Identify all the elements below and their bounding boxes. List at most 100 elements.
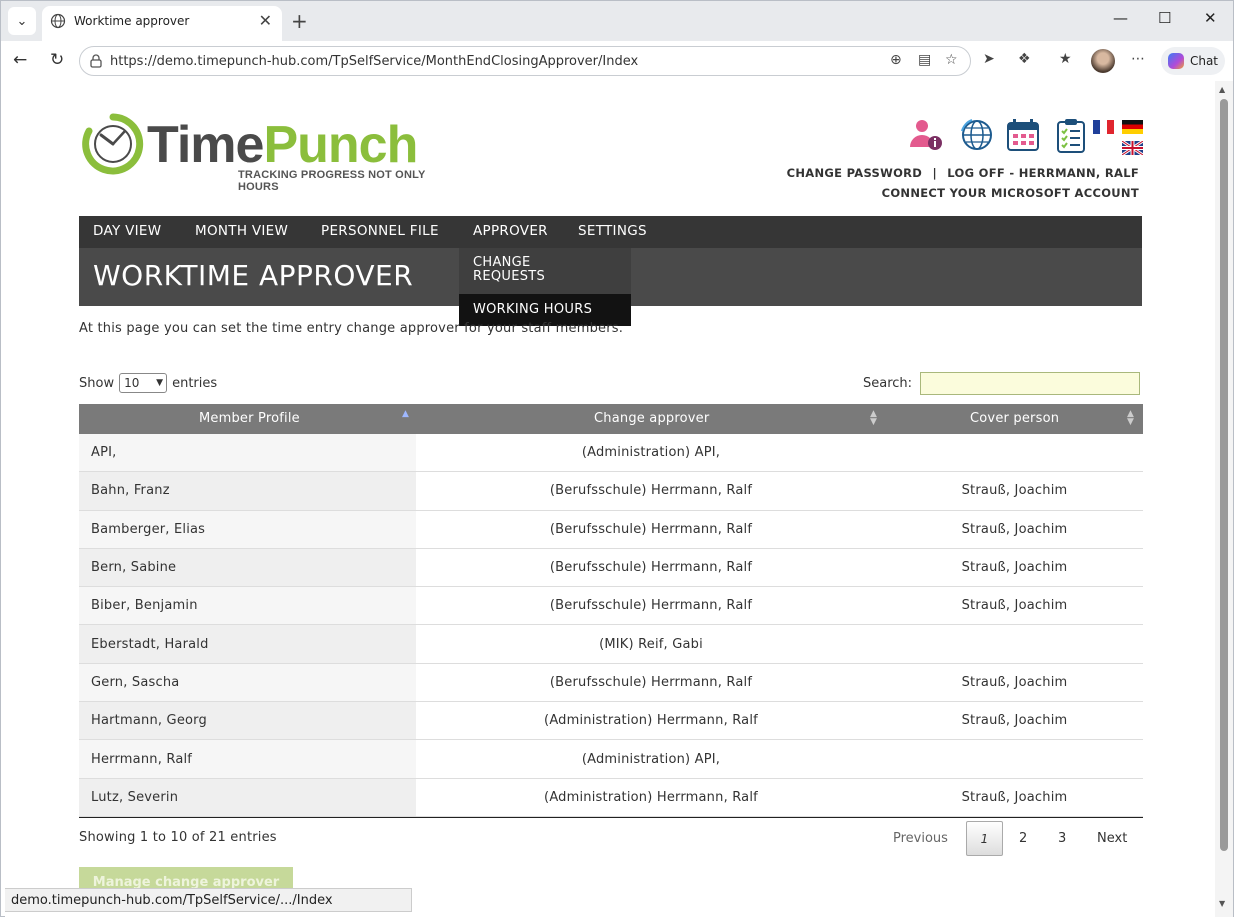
table-row[interactable]: Lutz, Severin (Administration) Herrmann, … [79, 778, 1143, 817]
logo-wordmark: TimePunch [147, 116, 418, 174]
sort-both-icon: ▲ ▼ [1127, 409, 1134, 427]
table-row[interactable]: Herrmann, Ralf (Administration) API, [79, 740, 1143, 779]
search-label: Search: [863, 376, 913, 391]
nav-day-view[interactable]: DAY VIEW [93, 223, 161, 239]
reader-view-icon[interactable]: ▤ [918, 52, 931, 68]
cell-member: Bahn, Franz [79, 472, 416, 510]
flag-france-icon[interactable] [1093, 120, 1114, 134]
cell-approver: (Administration) API, [581, 445, 721, 461]
cell-cover [886, 434, 1143, 471]
approver-dropdown-menu: CHANGE REQUESTS WORKING HOURS [459, 248, 631, 326]
table-body: API, (Administration) API, Bahn, Franz (Be… [79, 434, 1143, 817]
globe-language-icon[interactable] [959, 117, 995, 153]
page-length-control: Show 10 ▼ entries [79, 373, 217, 393]
header-account-links: CHANGE PASSWORD | LOG OFF - HERRMANN, RA… [787, 163, 1139, 203]
nav-month-view[interactable]: MONTH VIEW [195, 223, 288, 239]
browser-tab[interactable]: Worktime approver ✕ [42, 6, 282, 41]
clock-logo-icon [82, 113, 144, 175]
tab-bar: ⌄ Worktime approver ✕ + — ☐ ✕ [1, 1, 1233, 41]
reload-icon[interactable]: ↻ [50, 50, 64, 70]
timepunch-logo[interactable]: TimePunch TRACKING PROGRESS NOT ONLY HOU… [79, 109, 469, 193]
cell-member: Biber, Benjamin [79, 587, 416, 625]
cell-cover: Strauß, Joachim [961, 521, 1068, 537]
site-info-icon[interactable] [89, 53, 103, 69]
scrollbar-thumb[interactable] [1220, 99, 1228, 851]
extension-arrow-icon[interactable]: ➤ [983, 51, 995, 67]
logo-tagline: TRACKING PROGRESS NOT ONLY HOURS [238, 169, 426, 193]
column-change-approver[interactable]: Change approver [594, 411, 709, 426]
cell-member: Bamberger, Elias [79, 510, 416, 548]
minimize-icon[interactable]: — [1113, 9, 1128, 27]
pagination-page-current[interactable]: 1 [966, 821, 1003, 856]
tab-actions-chevron-icon[interactable]: ⌄ [8, 7, 36, 35]
window-close-icon[interactable]: ✕ [1204, 9, 1217, 27]
change-password-link[interactable]: CHANGE PASSWORD [787, 166, 923, 180]
cell-cover: Strauß, Joachim [961, 598, 1068, 614]
table-row[interactable]: Bamberger, Elias (Berufsschule) Herrmann,… [79, 510, 1143, 549]
copilot-icon [1167, 53, 1184, 69]
column-cover-person[interactable]: Cover person [970, 411, 1059, 426]
browser-toolbar: ← ↻ https://demo.timepunch-hub.com/TpSel… [1, 41, 1233, 81]
cell-approver: (Berufsschule) Herrmann, Ralf [549, 598, 753, 614]
favorite-star-icon[interactable]: ☆ [945, 52, 958, 68]
pagination-next[interactable]: Next [1097, 831, 1127, 846]
show-label: Show [79, 375, 115, 391]
more-menu-icon[interactable]: ⋯ [1131, 51, 1145, 67]
nav-settings[interactable]: SETTINGS [578, 223, 647, 239]
cell-approver: (Berufsschule) Herrmann, Ralf [549, 483, 753, 499]
sort-asc-icon: ▲ [402, 409, 409, 419]
nav-personnel-file[interactable]: PERSONNEL FILE [321, 223, 439, 239]
pagination-page[interactable]: 3 [1058, 831, 1066, 846]
table-info: Showing 1 to 10 of 21 entries [79, 830, 277, 845]
favorites-icon[interactable]: ★ [1059, 51, 1072, 67]
vertical-scrollbar[interactable]: ▲ ▼ [1215, 81, 1233, 917]
flag-germany-icon[interactable] [1122, 120, 1143, 134]
pagination-page[interactable]: 2 [1019, 831, 1027, 846]
column-member-profile[interactable]: Member Profile [199, 411, 300, 426]
pagination-previous[interactable]: Previous [893, 831, 948, 846]
log-off-link[interactable]: LOG OFF - HERRMANN, RALF [947, 166, 1139, 180]
flag-uk-icon[interactable] [1122, 141, 1143, 155]
table-row[interactable]: Biber, Benjamin (Berufsschule) Herrmann, … [79, 587, 1143, 626]
copilot-chat-button[interactable]: Chat [1161, 47, 1225, 75]
cell-member: Eberstadt, Harald [79, 625, 416, 663]
maximize-icon[interactable]: ☐ [1158, 9, 1171, 27]
dropdown-change-requests[interactable]: CHANGE REQUESTS [459, 256, 589, 284]
page-title: WORKTIME APPROVER [93, 259, 414, 292]
cell-approver: (Administration) Herrmann, Ralf [544, 789, 758, 805]
cell-approver: (Administration) Herrmann, Ralf [544, 713, 758, 729]
table-bottom-border [79, 817, 1143, 818]
scroll-down-icon[interactable]: ▼ [1219, 899, 1225, 908]
nav-approver[interactable]: APPROVER [473, 223, 548, 239]
cell-member: Gern, Sascha [79, 663, 416, 702]
search-input[interactable] [920, 372, 1141, 395]
table-row[interactable]: API, (Administration) API, [79, 434, 1143, 473]
entries-label: entries [172, 375, 218, 391]
extensions-puzzle-icon[interactable]: ❖ [1018, 51, 1031, 67]
table-row[interactable]: Hartmann, Georg (Administration) Herrmann… [79, 702, 1143, 741]
zoom-icon[interactable]: ⊕ [890, 52, 902, 68]
new-tab-plus-icon[interactable]: + [291, 9, 308, 33]
back-arrow-icon[interactable]: ← [13, 50, 27, 70]
sort-both-icon: ▲ ▼ [870, 409, 877, 427]
table-row[interactable]: Eberstadt, Harald (MIK) Reif, Gabi [79, 625, 1143, 664]
cell-cover: Strauß, Joachim [961, 713, 1068, 729]
calendar-icon[interactable] [1005, 117, 1041, 153]
table-row[interactable]: Bahn, Franz (Berufsschule) Herrmann, Ralf… [79, 472, 1143, 511]
user-info-icon[interactable] [907, 117, 943, 153]
cell-member: API, [79, 434, 416, 472]
table-row[interactable]: Gern, Sascha (Berufsschule) Herrmann, Ral… [79, 663, 1143, 703]
page-length-value: 10 [124, 376, 140, 390]
url-text: https://demo.timepunch-hub.com/TpSelfSer… [110, 54, 639, 69]
chat-label: Chat [1189, 54, 1219, 68]
scroll-up-icon[interactable]: ▲ [1219, 85, 1225, 94]
connect-microsoft-link[interactable]: CONNECT YOUR MICROSOFT ACCOUNT [787, 183, 1139, 203]
tab-title: Worktime approver [74, 14, 190, 28]
cell-approver: (MIK) Reif, Gabi [599, 636, 703, 652]
address-bar[interactable]: https://demo.timepunch-hub.com/TpSelfSer… [79, 46, 971, 76]
tab-close-icon[interactable]: ✕ [259, 11, 272, 30]
clipboard-checklist-icon[interactable] [1053, 117, 1089, 153]
profile-avatar[interactable] [1091, 49, 1115, 73]
page-length-select[interactable]: 10 ▼ [119, 373, 168, 393]
table-row[interactable]: Bern, Sabine (Berufsschule) Herrmann, Ral… [79, 548, 1143, 588]
